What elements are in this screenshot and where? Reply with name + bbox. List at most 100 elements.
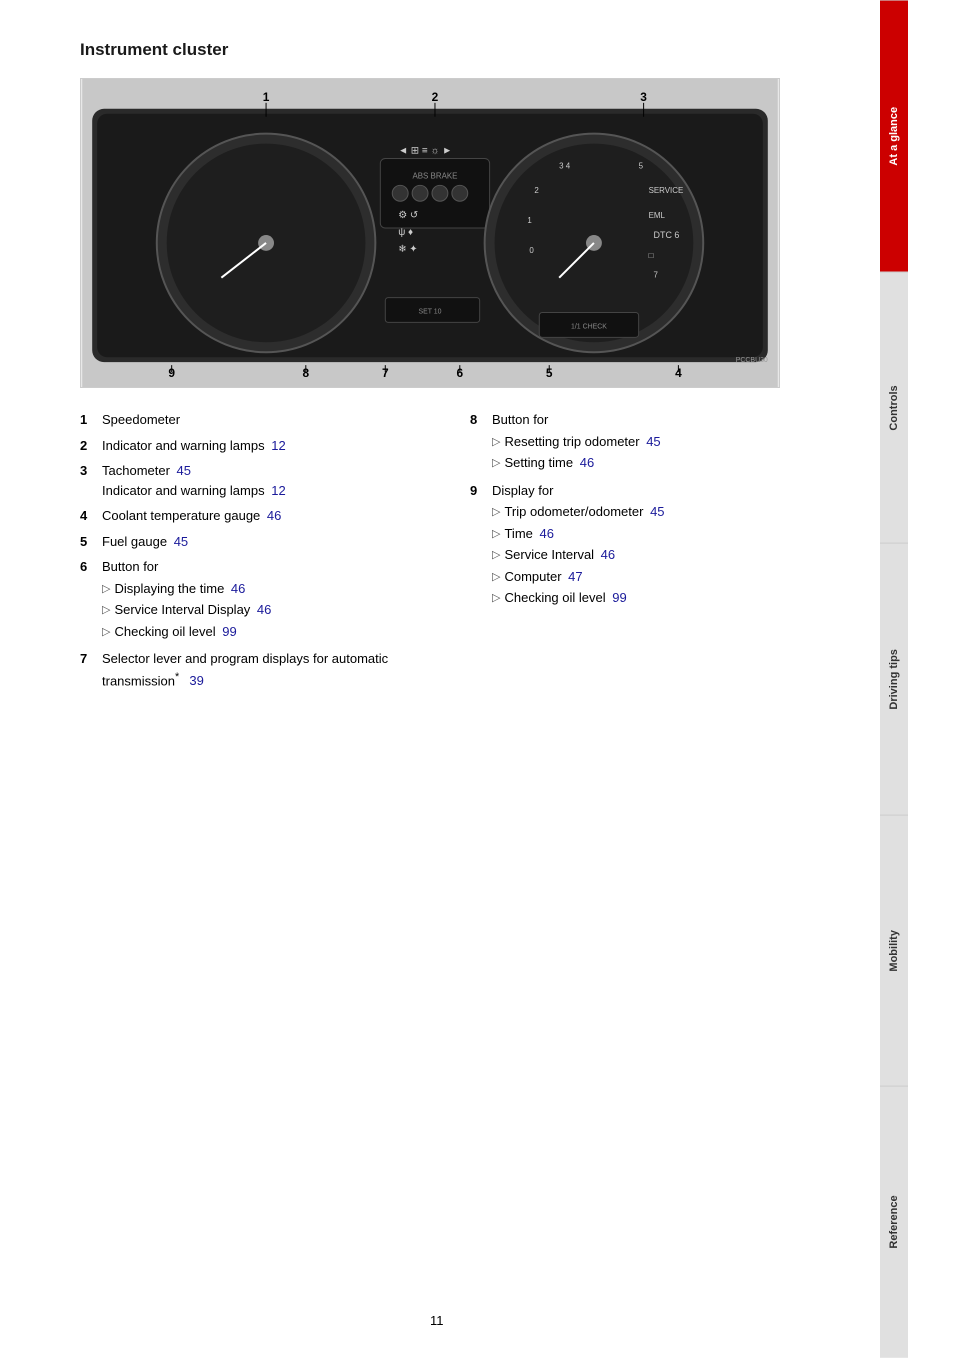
item-9: 9 Display for ▷ Trip odometer/odometer 4…	[470, 481, 820, 610]
right-sidebar: At a glance Controls Driving tips Mobili…	[880, 0, 908, 1358]
arrow-icon-4: ▷	[492, 434, 500, 451]
page-number: 11	[430, 1313, 444, 1328]
item-8-sub-2-pageref[interactable]: 46	[576, 453, 594, 473]
item-1-text: Speedometer	[102, 410, 430, 430]
item-7-number: 7	[80, 649, 102, 669]
svg-text:EML: EML	[649, 211, 666, 220]
main-content: Instrument cluster ABS BRAKE	[0, 0, 880, 1358]
item-9-subitems: ▷ Trip odometer/odometer 45 ▷ Time 46 ▷ …	[492, 502, 820, 608]
item-6-sub-1: ▷ Displaying the time 46	[102, 579, 430, 599]
item-8-sub-1: ▷ Resetting trip odometer 45	[492, 432, 820, 452]
sidebar-tab-reference[interactable]: Reference	[880, 1086, 908, 1358]
item-9-sub-5-pageref[interactable]: 99	[609, 588, 627, 608]
svg-text:3 4: 3 4	[559, 161, 571, 170]
item-9-sub-4-pageref[interactable]: 47	[565, 567, 583, 587]
item-8-number: 8	[470, 410, 492, 430]
svg-text:0: 0	[529, 246, 534, 255]
arrow-icon-7: ▷	[492, 526, 500, 543]
sidebar-tab-controls[interactable]: Controls	[880, 272, 908, 544]
svg-text:3: 3	[640, 90, 647, 104]
svg-text:5: 5	[639, 161, 644, 170]
cluster-image: ABS BRAKE ◄ ⊞ ≡ ☼ ► ⚙ ↺ ψ ♦ ❄ ✦ 3 4 2 5 …	[80, 78, 780, 388]
svg-text:2: 2	[432, 90, 439, 104]
item-6-sub-2-pageref[interactable]: 46	[253, 600, 271, 620]
item-4-number: 4	[80, 506, 102, 526]
arrow-icon-3: ▷	[102, 624, 110, 641]
svg-text:◄ ⊞ ≡ ☼ ►: ◄ ⊞ ≡ ☼ ►	[398, 146, 452, 157]
arrow-icon-10: ▷	[492, 590, 500, 607]
item-8: 8 Button for ▷ Resetting trip odometer 4…	[470, 410, 820, 475]
item-6-subitems: ▷ Displaying the time 46 ▷ Service Inter…	[102, 579, 430, 642]
item-6-sub-3: ▷ Checking oil level 99	[102, 622, 430, 642]
item-6-number: 6	[80, 557, 102, 577]
item-6: 6 Button for ▷ Displaying the time 46 ▷ …	[80, 557, 430, 643]
item-9-sub-2-pageref[interactable]: 46	[536, 524, 554, 544]
item-1-number: 1	[80, 410, 102, 430]
item-9-number: 9	[470, 481, 492, 501]
arrow-icon-1: ▷	[102, 581, 110, 598]
item-9-sub-3-pageref[interactable]: 46	[597, 545, 615, 565]
svg-text:2: 2	[534, 186, 539, 195]
svg-text:ABS BRAKE: ABS BRAKE	[412, 171, 457, 180]
item-1: 1 Speedometer	[80, 410, 430, 430]
arrow-icon-6: ▷	[492, 504, 500, 521]
svg-text:SERVICE: SERVICE	[649, 186, 684, 195]
item-2-text: Indicator and warning lamps 12	[102, 436, 430, 456]
item-6-sub-3-pageref[interactable]: 99	[219, 622, 237, 642]
item-9-sub-1: ▷ Trip odometer/odometer 45	[492, 502, 820, 522]
item-5-number: 5	[80, 532, 102, 552]
arrow-icon-9: ▷	[492, 569, 500, 586]
item-6-sub-2: ▷ Service Interval Display 46	[102, 600, 430, 620]
sidebar-tab-at-a-glance[interactable]: At a glance	[880, 0, 908, 272]
item-2: 2 Indicator and warning lamps 12	[80, 436, 430, 456]
svg-text:1: 1	[527, 216, 532, 225]
item-9-sub-2: ▷ Time 46	[492, 524, 820, 544]
item-5-text: Fuel gauge 45	[102, 532, 430, 552]
item-3-pageref[interactable]: 45	[177, 463, 191, 478]
item-3: 3 Tachometer 45 Indicator and warning la…	[80, 461, 430, 500]
description-columns: 1 Speedometer 2 Indicator and warning la…	[80, 410, 820, 696]
item-7-text: Selector lever and program displays for …	[102, 649, 430, 690]
item-8-text: Button for ▷ Resetting trip odometer 45 …	[492, 410, 820, 475]
section-title: Instrument cluster	[80, 40, 820, 60]
svg-text:⚙ ↺: ⚙ ↺	[398, 210, 418, 221]
item-5-pageref[interactable]: 45	[174, 534, 188, 549]
svg-text:7: 7	[654, 271, 659, 280]
item-8-subitems: ▷ Resetting trip odometer 45 ▷ Setting t…	[492, 432, 820, 473]
item-6-text: Button for ▷ Displaying the time 46 ▷ Se…	[102, 557, 430, 643]
item-7: 7 Selector lever and program displays fo…	[80, 649, 430, 690]
item-3-extra-pageref[interactable]: 12	[271, 483, 285, 498]
item-3-number: 3	[80, 461, 102, 481]
sidebar-tab-mobility[interactable]: Mobility	[880, 815, 908, 1087]
item-2-pageref[interactable]: 12	[271, 438, 285, 453]
item-5: 5 Fuel gauge 45	[80, 532, 430, 552]
item-2-number: 2	[80, 436, 102, 456]
arrow-icon-2: ▷	[102, 602, 110, 619]
svg-text:DTC 6: DTC 6	[654, 230, 680, 240]
arrow-icon-8: ▷	[492, 547, 500, 564]
item-9-sub-1-pageref[interactable]: 45	[646, 502, 664, 522]
svg-text:1/1 CHECK: 1/1 CHECK	[571, 323, 607, 330]
svg-text:❄ ✦: ❄ ✦	[398, 244, 417, 255]
item-9-sub-3: ▷ Service Interval 46	[492, 545, 820, 565]
svg-text:SET 10: SET 10	[418, 308, 441, 315]
item-9-text: Display for ▷ Trip odometer/odometer 45 …	[492, 481, 820, 610]
item-9-sub-4: ▷ Computer 47	[492, 567, 820, 587]
item-6-sub-1-pageref[interactable]: 46	[227, 579, 245, 599]
svg-text:ψ ♦: ψ ♦	[398, 227, 413, 238]
sidebar-tab-driving-tips[interactable]: Driving tips	[880, 543, 908, 815]
item-8-sub-1-pageref[interactable]: 45	[643, 432, 661, 452]
item-7-pageref[interactable]: 39	[186, 673, 204, 688]
item-9-sub-5: ▷ Checking oil level 99	[492, 588, 820, 608]
svg-text:□: □	[649, 251, 654, 260]
item-4-pageref[interactable]: 46	[267, 508, 281, 523]
right-description-column: 8 Button for ▷ Resetting trip odometer 4…	[470, 410, 820, 696]
left-description-column: 1 Speedometer 2 Indicator and warning la…	[80, 410, 430, 696]
item-8-sub-2: ▷ Setting time 46	[492, 453, 820, 473]
svg-text:PCCBU30: PCCBU30	[736, 357, 768, 364]
arrow-icon-5: ▷	[492, 455, 500, 472]
item-4: 4 Coolant temperature gauge 46	[80, 506, 430, 526]
item-3-text: Tachometer 45 Indicator and warning lamp…	[102, 461, 430, 500]
svg-text:1: 1	[263, 90, 270, 104]
item-4-text: Coolant temperature gauge 46	[102, 506, 430, 526]
